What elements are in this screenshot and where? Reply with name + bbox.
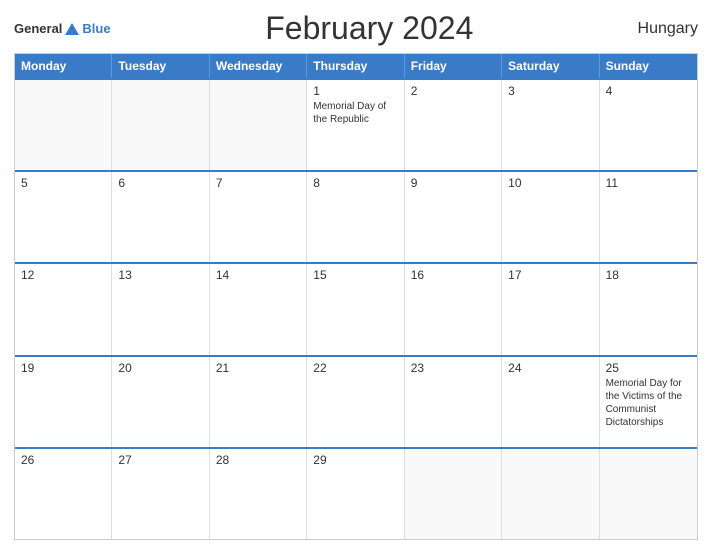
day-number: 7 xyxy=(216,176,300,190)
weekday-header: Thursday xyxy=(307,54,404,78)
calendar-cell: 28 xyxy=(210,449,307,539)
day-number: 8 xyxy=(313,176,397,190)
day-number: 14 xyxy=(216,268,300,282)
calendar-cell xyxy=(15,80,112,170)
calendar-cell xyxy=(210,80,307,170)
weekday-header: Tuesday xyxy=(112,54,209,78)
day-number: 12 xyxy=(21,268,105,282)
calendar-cell: 20 xyxy=(112,357,209,447)
calendar: MondayTuesdayWednesdayThursdayFridaySatu… xyxy=(14,53,698,540)
day-number: 21 xyxy=(216,361,300,375)
day-number: 22 xyxy=(313,361,397,375)
day-number: 6 xyxy=(118,176,202,190)
weekday-header: Saturday xyxy=(502,54,599,78)
logo-triangle-icon xyxy=(65,23,79,35)
day-number: 18 xyxy=(606,268,691,282)
logo-blue: Blue xyxy=(82,21,110,36)
day-number: 27 xyxy=(118,453,202,467)
calendar-cell xyxy=(600,449,697,539)
day-number: 11 xyxy=(606,176,691,190)
calendar-cell: 1 Memorial Day of the Republic xyxy=(307,80,404,170)
calendar-header: MondayTuesdayWednesdayThursdayFridaySatu… xyxy=(15,54,697,78)
event-label: Memorial Day for the Victims of the Comm… xyxy=(606,378,683,428)
day-number: 16 xyxy=(411,268,495,282)
calendar-cell: 6 xyxy=(112,172,209,262)
calendar-cell: 25 Memorial Day for the Victims of the Co… xyxy=(600,357,697,447)
day-number: 26 xyxy=(21,453,105,467)
calendar-cell: 19 xyxy=(15,357,112,447)
calendar-cell: 15 xyxy=(307,264,404,354)
calendar-cell: 10 xyxy=(502,172,599,262)
header: General Blue February 2024 Hungary xyxy=(14,10,698,47)
weekday-header: Wednesday xyxy=(210,54,307,78)
calendar-cell: 24 xyxy=(502,357,599,447)
calendar-cell: 27 xyxy=(112,449,209,539)
calendar-cell: 8 xyxy=(307,172,404,262)
day-number: 23 xyxy=(411,361,495,375)
event-label: Memorial Day of the Republic xyxy=(313,101,386,125)
day-number: 3 xyxy=(508,84,592,98)
calendar-body: 1Memorial Day of the Republic23456789101… xyxy=(15,78,697,539)
calendar-week: 19 20 21 22 23 24 25 Memorial Day for the Victi… xyxy=(15,355,697,447)
day-number: 10 xyxy=(508,176,592,190)
weekday-header: Monday xyxy=(15,54,112,78)
day-number: 4 xyxy=(606,84,691,98)
page: General Blue February 2024 Hungary Monda… xyxy=(0,0,712,550)
day-number: 24 xyxy=(508,361,592,375)
calendar-cell xyxy=(502,449,599,539)
day-number: 9 xyxy=(411,176,495,190)
day-number: 1 xyxy=(313,84,397,98)
country-label: Hungary xyxy=(628,20,698,38)
day-number: 25 xyxy=(606,361,691,375)
calendar-week: 12 13 14 15 16 17 18 xyxy=(15,262,697,354)
calendar-week: 56789 10 11 xyxy=(15,170,697,262)
weekday-header: Friday xyxy=(405,54,502,78)
calendar-cell: 23 xyxy=(405,357,502,447)
calendar-cell: 29 xyxy=(307,449,404,539)
day-number: 29 xyxy=(313,453,397,467)
calendar-cell xyxy=(405,449,502,539)
calendar-cell: 22 xyxy=(307,357,404,447)
calendar-cell: 26 xyxy=(15,449,112,539)
calendar-cell: 3 xyxy=(502,80,599,170)
day-number: 13 xyxy=(118,268,202,282)
day-number: 15 xyxy=(313,268,397,282)
day-number: 17 xyxy=(508,268,592,282)
calendar-cell: 12 xyxy=(15,264,112,354)
calendar-cell: 2 xyxy=(405,80,502,170)
calendar-cell: 9 xyxy=(405,172,502,262)
page-title: February 2024 xyxy=(111,10,628,47)
calendar-week: 1 Memorial Day of the Republic 234 xyxy=(15,78,697,170)
calendar-cell: 14 xyxy=(210,264,307,354)
calendar-week: 26 27 28 29 xyxy=(15,447,697,539)
day-number: 20 xyxy=(118,361,202,375)
day-number: 2 xyxy=(411,84,495,98)
day-number: 5 xyxy=(21,176,105,190)
calendar-cell: 13 xyxy=(112,264,209,354)
calendar-cell: 18 xyxy=(600,264,697,354)
calendar-cell: 5 xyxy=(15,172,112,262)
logo: General Blue xyxy=(14,21,111,36)
calendar-cell: 16 xyxy=(405,264,502,354)
calendar-cell: 4 xyxy=(600,80,697,170)
day-number: 28 xyxy=(216,453,300,467)
calendar-cell: 11 xyxy=(600,172,697,262)
calendar-cell: 17 xyxy=(502,264,599,354)
calendar-cell xyxy=(112,80,209,170)
calendar-cell: 7 xyxy=(210,172,307,262)
day-number: 19 xyxy=(21,361,105,375)
calendar-cell: 21 xyxy=(210,357,307,447)
weekday-header: Sunday xyxy=(600,54,697,78)
logo-general: General xyxy=(14,21,62,36)
